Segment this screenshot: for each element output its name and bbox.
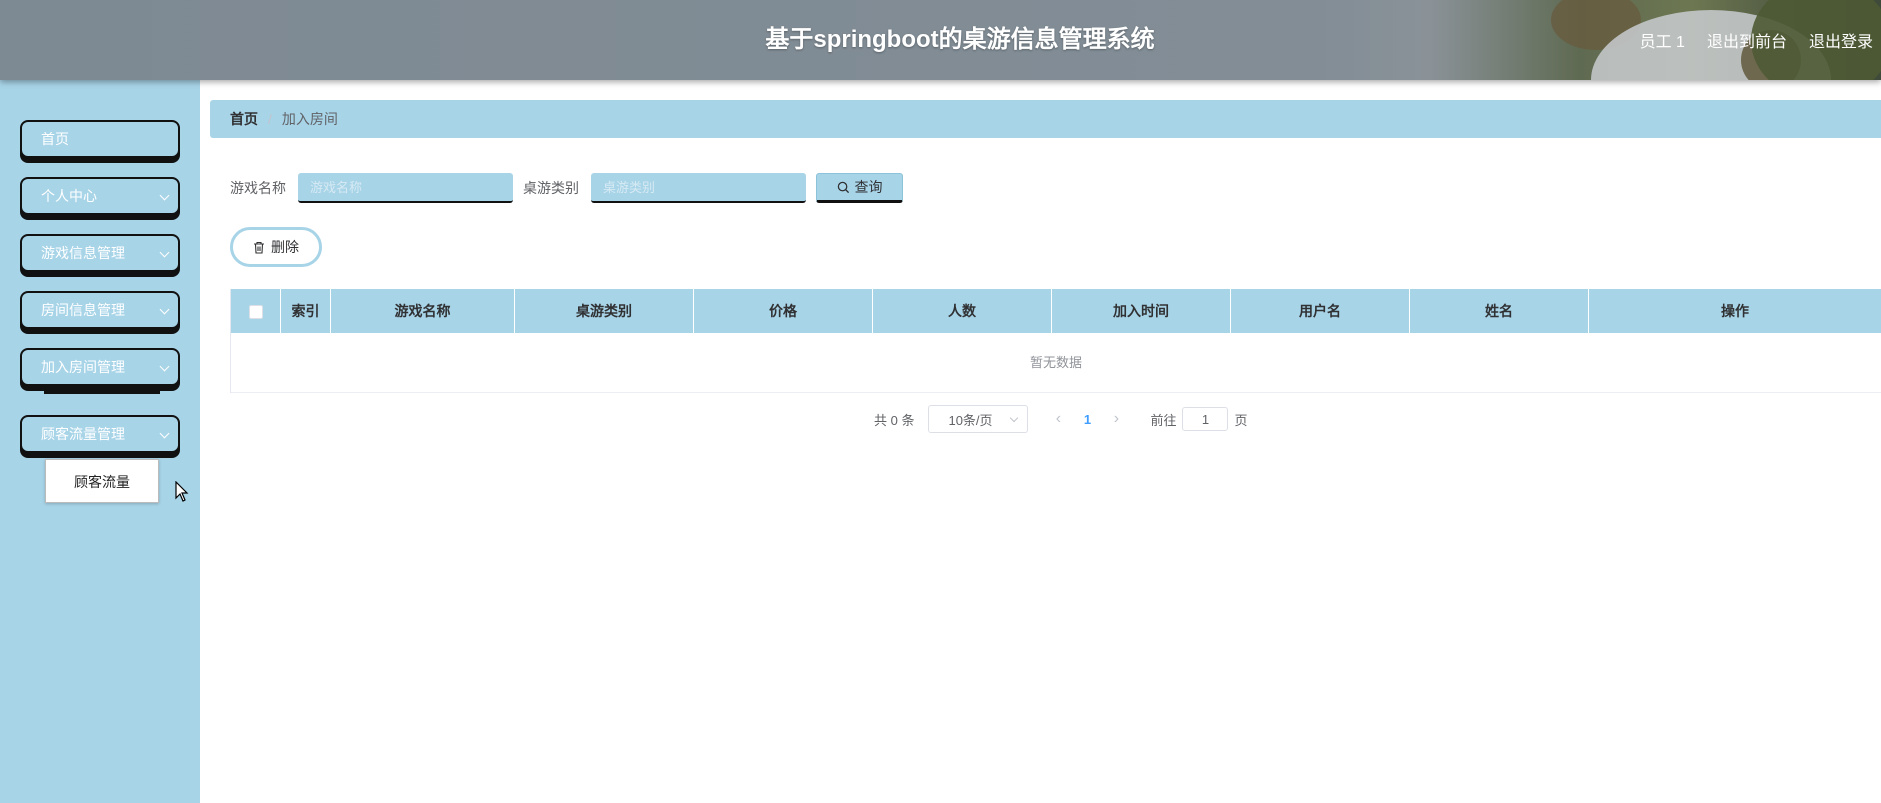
breadcrumb-current: 加入房间 bbox=[281, 111, 338, 127]
sidebar-item-customer-traffic[interactable]: 顾客流量管理 bbox=[20, 415, 180, 453]
breadcrumb: 首页 / 加入房间 bbox=[210, 100, 1881, 138]
sidebar-item-game-info[interactable]: 游戏信息管理 bbox=[20, 234, 180, 272]
chevron-down-icon bbox=[159, 428, 170, 439]
column-header[interactable]: 加入时间 bbox=[1052, 289, 1231, 333]
chevron-down-icon bbox=[159, 304, 170, 315]
pagination: 共 0 条 10条/页 ‹ 1 › 前往 页 bbox=[874, 405, 1248, 433]
current-user: 员工 1 bbox=[1639, 34, 1685, 51]
sidebar-item-join-room[interactable]: 加入房间管理 bbox=[20, 348, 180, 386]
app-title: 基于springboot的桌游信息管理系统 bbox=[765, 26, 1155, 53]
sidebar-item-label: 游戏信息管理 bbox=[41, 245, 125, 261]
category-input[interactable] bbox=[591, 173, 806, 203]
logout-link[interactable]: 退出登录 bbox=[1809, 28, 1873, 52]
prev-page-icon[interactable]: ‹ bbox=[1044, 410, 1072, 428]
column-header[interactable]: 游戏名称 bbox=[331, 289, 515, 333]
column-header: 操作 bbox=[1721, 303, 1749, 319]
sidebar-item-label: 个人中心 bbox=[41, 188, 97, 204]
sidebar-item-label: 顾客流量管理 bbox=[41, 426, 125, 442]
data-table: 索引 游戏名称 桌游类别 价格 人数 加入时间 用户名 姓名 操作 暂无数据 bbox=[230, 289, 1881, 393]
delete-button-label: 删除 bbox=[271, 239, 299, 255]
to-front-link[interactable]: 退出到前台 bbox=[1707, 28, 1787, 52]
column-header[interactable]: 用户名 bbox=[1231, 289, 1410, 333]
chevron-down-icon bbox=[1010, 413, 1019, 423]
next-page-icon[interactable]: › bbox=[1102, 410, 1130, 428]
submenu-item-customer-traffic[interactable]: 顾客流量 bbox=[45, 459, 159, 503]
page-size-select[interactable]: 10条/页 bbox=[928, 405, 1029, 433]
chevron-down-icon bbox=[159, 361, 170, 372]
column-header[interactable]: 价格 bbox=[694, 289, 873, 333]
submenu-divider bbox=[44, 391, 160, 394]
game-name-label: 游戏名称 bbox=[230, 180, 286, 196]
column-header[interactable]: 姓名 bbox=[1410, 289, 1589, 333]
table-header: 索引 游戏名称 桌游类别 价格 人数 加入时间 用户名 姓名 操作 bbox=[231, 289, 1881, 333]
game-name-input[interactable] bbox=[298, 173, 513, 203]
select-all-checkbox[interactable] bbox=[248, 305, 263, 320]
trash-icon bbox=[254, 241, 264, 254]
column-header[interactable]: 桌游类别 bbox=[515, 289, 694, 333]
table-empty-state: 暂无数据 bbox=[231, 333, 1881, 393]
page-suffix: 页 bbox=[1234, 412, 1248, 428]
sidebar-item-home[interactable]: 首页 bbox=[20, 120, 180, 158]
category-label: 桌游类别 bbox=[523, 180, 579, 196]
sidebar-item-label: 加入房间管理 bbox=[41, 359, 125, 375]
sidebar-item-label: 房间信息管理 bbox=[41, 302, 125, 318]
query-button[interactable]: 查询 bbox=[816, 173, 903, 203]
chevron-down-icon bbox=[159, 190, 170, 201]
goto-page-input[interactable] bbox=[1182, 407, 1229, 431]
column-header[interactable]: 人数 bbox=[873, 289, 1052, 333]
mouse-cursor-icon bbox=[175, 481, 189, 502]
page-number[interactable]: 1 bbox=[1072, 412, 1102, 427]
header-actions: 员工 1 退出到前台 退出登录 bbox=[1640, 0, 1873, 80]
sidebar-item-label: 首页 bbox=[41, 131, 69, 147]
search-icon bbox=[837, 181, 849, 193]
chevron-down-icon bbox=[159, 247, 170, 258]
total-count: 共 0 条 bbox=[874, 412, 915, 428]
header-select-all bbox=[231, 289, 281, 333]
page-size-value: 10条/页 bbox=[948, 412, 993, 428]
sidebar-item-room-info[interactable]: 房间信息管理 bbox=[20, 291, 180, 329]
sidebar-item-personal-center[interactable]: 个人中心 bbox=[20, 177, 180, 215]
breadcrumb-home[interactable]: 首页 bbox=[230, 109, 258, 129]
delete-button[interactable]: 删除 bbox=[230, 227, 322, 267]
query-button-label: 查询 bbox=[854, 179, 883, 195]
search-bar: 游戏名称 桌游类别 查询 bbox=[230, 172, 903, 204]
breadcrumb-separator: / bbox=[268, 111, 272, 127]
goto-label: 前往 bbox=[1150, 412, 1177, 428]
column-header[interactable]: 索引 bbox=[281, 289, 331, 333]
top-header: 基于springboot的桌游信息管理系统 员工 1 退出到前台 退出登录 bbox=[0, 0, 1881, 80]
